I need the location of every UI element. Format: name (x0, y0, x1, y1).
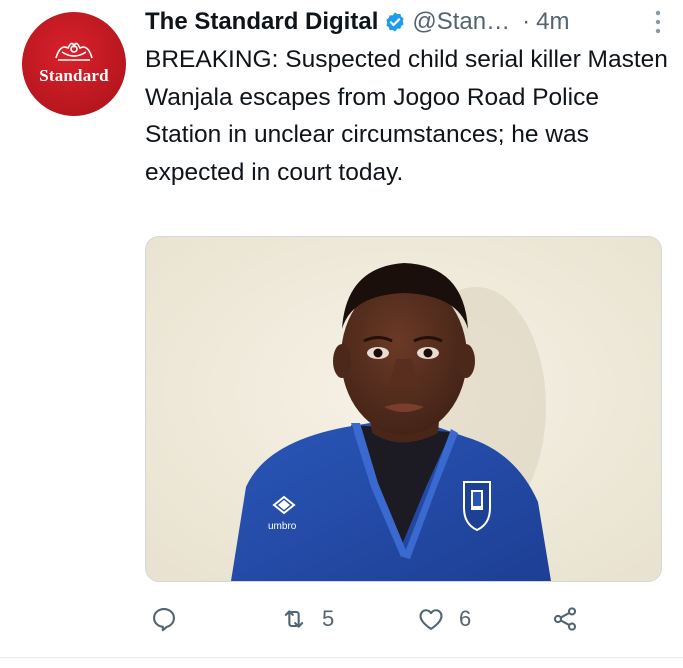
reply-button[interactable] (150, 597, 192, 641)
display-name[interactable]: The Standard Digital (145, 8, 378, 36)
verified-badge-icon (386, 12, 404, 32)
retweet-icon (284, 610, 304, 628)
reply-icon (153, 608, 175, 632)
photo-suspect: umbro (146, 237, 661, 581)
heart-icon (419, 609, 443, 630)
tweet-header: The Standard Digital @Stan… · 4m (145, 6, 665, 38)
more-options-icon[interactable] (651, 9, 665, 35)
crest-logo (55, 42, 93, 61)
retweet-button[interactable]: 5 (280, 597, 334, 641)
tweet-text: BREAKING: Suspected child serial killer … (145, 46, 668, 186)
avatar-brand-text: Standard (39, 66, 109, 85)
like-button[interactable]: 6 (417, 597, 471, 641)
share-button[interactable] (551, 597, 579, 641)
retweet-count: 5 (322, 606, 335, 631)
tweet-timestamp[interactable]: 4m (536, 8, 569, 36)
shirt-brand-text: umbro (268, 521, 297, 532)
tweet-divider (0, 657, 683, 658)
tweet-actions: 5 6 (145, 597, 665, 641)
account-handle[interactable]: @Stan… (412, 8, 510, 36)
share-icon (553, 607, 577, 631)
avatar[interactable]: Standard (22, 12, 126, 116)
tweet-photo[interactable]: umbro (145, 236, 662, 582)
separator-dot: · (522, 8, 531, 35)
like-count: 6 (459, 606, 472, 631)
